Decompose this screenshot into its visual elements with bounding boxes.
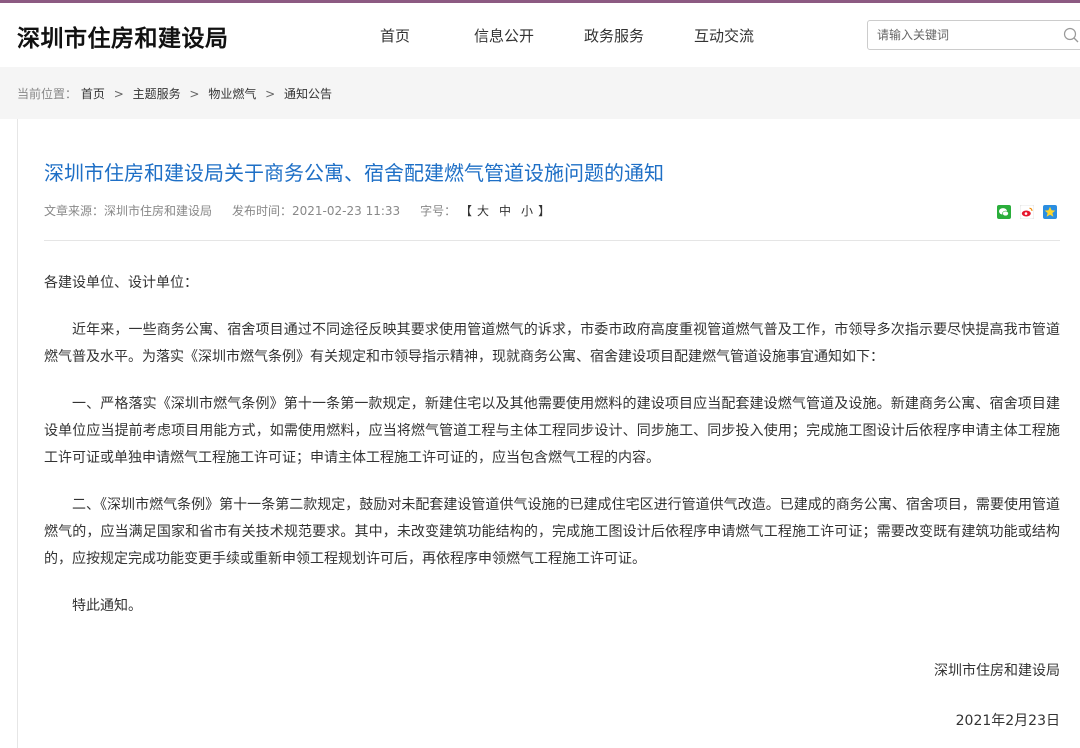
breadcrumb-bar: 当前位置： 首页 > 主题服务 > 物业燃气 > 通知公告 [0, 67, 1080, 119]
nav-item-interaction[interactable]: 互动交流 [694, 25, 754, 46]
breadcrumb-item-topic-services[interactable]: 主题服务 [133, 87, 181, 101]
article-paragraph: 特此通知。 [72, 598, 142, 614]
font-size-bracket-close: 】 [538, 204, 551, 218]
article-publish-time: 发布时间：2021-02-23 11:33 [232, 204, 401, 218]
share-icons [997, 204, 1061, 220]
signature-date: 2021年2月23日 [955, 713, 1060, 729]
signature-org: 深圳市住房和建设局 [934, 663, 1060, 679]
article-salutation: 各建设单位、设计单位： [44, 275, 198, 291]
breadcrumb-item-home[interactable]: 首页 [81, 87, 105, 101]
breadcrumb-label: 当前位置： [17, 87, 78, 101]
breadcrumb-item-notices[interactable]: 通知公告 [284, 87, 332, 101]
article-paragraph: 二、《深圳市燃气条例》第十一条第二款规定，鼓励对未配套建设管道供气设施的已建成住… [44, 497, 1060, 567]
nav-item-home[interactable]: 首页 [380, 25, 410, 46]
weibo-icon[interactable] [1019, 204, 1035, 220]
search-input[interactable] [868, 21, 1058, 49]
site-header: 深圳市住房和建设局 首页 信息公开 政务服务 互动交流 [0, 3, 1080, 67]
article-source: 文章来源：深圳市住房和建设局 [44, 204, 213, 218]
wechat-icon[interactable] [997, 204, 1011, 219]
nav-item-gov-services[interactable]: 政务服务 [584, 25, 644, 46]
breadcrumb-separator: > [265, 87, 276, 101]
qzone-icon[interactable] [1043, 204, 1058, 219]
font-size-label: 字号： [420, 204, 457, 218]
article-meta: 文章来源：深圳市住房和建设局 发布时间：2021-02-23 11:33 字号： 【… [44, 202, 550, 219]
article-body: 各建设单位、设计单位： 近年来，一些商务公寓、宿舍项目通过不同途径反映其要求使用… [44, 270, 1060, 640]
font-size-small-button[interactable]: 小 [521, 204, 533, 218]
font-size-large-button[interactable]: 大 [477, 204, 489, 218]
breadcrumb-separator: > [113, 87, 124, 101]
nav-item-info-disclosure[interactable]: 信息公开 [474, 25, 534, 46]
search-box [867, 20, 1080, 50]
search-icon[interactable] [1063, 27, 1079, 43]
article-paragraph: 一、严格落实《深圳市燃气条例》第十一条第一款规定，新建住宅以及其他需要使用燃料的… [44, 396, 1060, 466]
breadcrumb-separator: > [189, 87, 200, 101]
breadcrumb-item-property-gas[interactable]: 物业燃气 [208, 87, 256, 101]
article-title: 深圳市住房和建设局关于商务公寓、宿舍配建燃气管道设施问题的通知 [44, 161, 664, 185]
article-paragraph: 近年来，一些商务公寓、宿舍项目通过不同途径反映其要求使用管道燃气的诉求，市委市政… [44, 322, 1060, 365]
font-size-medium-button[interactable]: 中 [499, 204, 511, 218]
font-size-bracket-open: 【 [460, 204, 473, 218]
title-divider [44, 240, 1060, 241]
breadcrumb: 当前位置： 首页 > 主题服务 > 物业燃气 > 通知公告 [17, 85, 332, 102]
